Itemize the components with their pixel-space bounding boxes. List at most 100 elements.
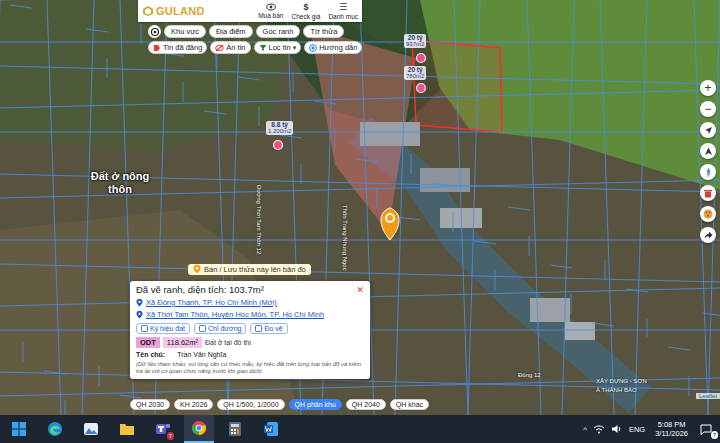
disclaimer-note: (Dữ liệu tham khảo, vui lòng căn cứ theo… [136, 361, 364, 375]
plan-layer-chip[interactable]: KH 2026 [174, 399, 213, 410]
listing-label[interactable]: 8.8 tỷ1.200m2 [266, 121, 293, 135]
location-pin-icon [136, 299, 143, 307]
filter-bar: Tin đã đăngẨn tin Lọc tin▾Hướng dẫn [138, 41, 362, 54]
share-icon [704, 231, 713, 239]
taskbar-app[interactable] [76, 415, 106, 443]
top-panel: GULAND Mua bán $Check giá ☰Danh mục Khu vựcĐ… [138, 0, 362, 54]
search-mode-chip[interactable]: Khu vực [164, 25, 206, 38]
plan-layer-chip[interactable]: QH 2040 [346, 399, 386, 410]
card-action-button[interactable]: Chỉ đường [194, 323, 246, 334]
listing-pin-icon[interactable] [417, 84, 426, 93]
notification-button[interactable]: 7 [698, 424, 720, 435]
zoom-out-button[interactable]: − [700, 101, 716, 117]
calculator-icon [228, 421, 242, 437]
street-label: À THÀNH BẢO [596, 387, 637, 393]
filter-chip[interactable]: Ẩn tin [210, 41, 250, 54]
card-action-button[interactable]: Ký hiệu đất [136, 323, 190, 334]
desktop: 20 tỷ937m220 tỷ780m28.8 tỷ1.200m2Đất ở n… [0, 0, 720, 443]
land-area: 118.62m² [163, 337, 202, 348]
language-indicator[interactable]: ENG [629, 425, 645, 434]
street-label: Đường Thới Tam Thôn 12 [256, 185, 262, 254]
listing-label[interactable]: 20 tỷ780m2 [404, 66, 426, 80]
logo-icon [142, 5, 154, 17]
action-icon [199, 325, 206, 332]
land-type-row: ODT118.62m²Đất ở tại đô thị [136, 337, 364, 348]
layer-style-button[interactable] [700, 206, 716, 222]
nav-item[interactable]: $Check giá [291, 3, 320, 20]
plan-layer-chip[interactable]: QH khác [390, 399, 429, 410]
nav-glyph: ☰ [339, 3, 347, 12]
search-mode-chip[interactable]: Địa điểm [209, 25, 253, 38]
nav-item[interactable]: Mua bán [258, 3, 283, 20]
map[interactable]: 20 tỷ937m220 tỷ780m28.8 tỷ1.200m2Đất ở n… [0, 0, 720, 415]
land-code: ODT [136, 337, 160, 348]
word-icon [263, 421, 279, 437]
building [565, 322, 595, 340]
search-mode-chip[interactable]: Góc ranh [256, 25, 301, 38]
street-label: XÂY DỰNG - SƠN [596, 378, 647, 384]
target-button[interactable] [148, 25, 161, 38]
location-icon [193, 265, 201, 274]
taskbar-app[interactable] [40, 415, 70, 443]
direction-button[interactable] [700, 143, 716, 159]
zoom-in-button[interactable]: + [700, 80, 716, 96]
dropdown-caret: ▾ [293, 44, 297, 52]
eye-icon [266, 3, 276, 11]
building [360, 122, 420, 146]
street-label: Đông 12 [518, 372, 541, 378]
edge-icon [47, 421, 63, 437]
zone-label: Đất ở nông thôn [80, 170, 160, 196]
compass-icon [704, 167, 713, 178]
taskbar-app[interactable] [256, 415, 286, 443]
close-button[interactable]: ✕ [356, 285, 364, 295]
wifi-icon [593, 424, 605, 434]
land-name: Đất ở tại đô thị [205, 339, 251, 346]
building [530, 298, 570, 322]
share-button[interactable] [700, 227, 716, 243]
taskbar-app[interactable]: 7 [148, 415, 178, 443]
filter-chip[interactable]: Tin đã đăng [148, 41, 207, 54]
map-attribution[interactable]: Leaflet [696, 393, 720, 399]
selected-marker-icon[interactable] [381, 208, 399, 240]
listing-pin-icon[interactable] [417, 54, 426, 63]
parcel-lines [0, 0, 720, 415]
nav-glyph: $ [303, 3, 308, 12]
taskbar-app[interactable] [112, 415, 142, 443]
nav-item[interactable]: ☰Danh mục [328, 3, 358, 20]
taskbar-app[interactable] [184, 415, 214, 443]
card-actions: Ký hiệu đất Chỉ đường Đo vẽ [136, 323, 364, 334]
filter-chip[interactable]: Hướng dẫn [304, 41, 362, 54]
listing-area: 937m2 [406, 41, 424, 48]
address-row[interactable]: Xã Thới Tam Thôn, Huyện Hóc Môn, TP. Hồ … [136, 310, 364, 319]
tray-overflow-button[interactable]: ^ [583, 425, 587, 434]
taskbar: 7 ^ ENG 5:08 PM3/11/2026 7 [0, 415, 720, 443]
logo[interactable]: GULAND [142, 5, 205, 17]
listing-area: 780m2 [406, 73, 424, 80]
filter-chip[interactable]: Lọc tin▾ [254, 41, 302, 54]
clock[interactable]: 5:08 PM3/11/2026 [651, 420, 692, 438]
folder-icon [119, 422, 135, 436]
plan-layer-chip[interactable]: QH phân khu [289, 399, 342, 410]
search-mode-chip[interactable]: Tờ thửa [303, 25, 344, 38]
plan-layer-chip[interactable]: QH 2030 [130, 399, 170, 410]
save-parcel-banner[interactable]: Bán / Lưu thửa này lên bản đồ [188, 264, 311, 275]
listing-pin-icon[interactable] [274, 141, 283, 150]
street-label: Thôn Trang Nhung Ngọc [342, 205, 348, 271]
plan-layer-chip[interactable]: QH 1/500, 1/2000 [217, 399, 284, 410]
listing-area: 1.200m2 [268, 128, 291, 135]
volume-button[interactable] [611, 424, 623, 434]
listing-price: 20 tỷ [408, 34, 423, 41]
eye-off-icon [215, 44, 224, 52]
locate-button[interactable] [700, 122, 716, 138]
delete-button[interactable] [700, 185, 716, 201]
card-action-button[interactable]: Đo vẽ [250, 323, 287, 334]
start-button[interactable] [4, 415, 34, 443]
trash-icon [704, 189, 712, 198]
taskbar-app[interactable] [220, 415, 250, 443]
listing-label[interactable]: 20 tỷ937m2 [404, 34, 426, 48]
compass-button[interactable] [700, 164, 716, 180]
network-button[interactable] [593, 424, 605, 434]
search-mode-bar: Khu vựcĐịa điểmGóc ranhTờ thửa [138, 25, 362, 38]
address-row[interactable]: Xã Đông Thạnh, TP. Hồ Chí Minh (Mới) [136, 298, 364, 307]
photos-icon [83, 422, 99, 436]
